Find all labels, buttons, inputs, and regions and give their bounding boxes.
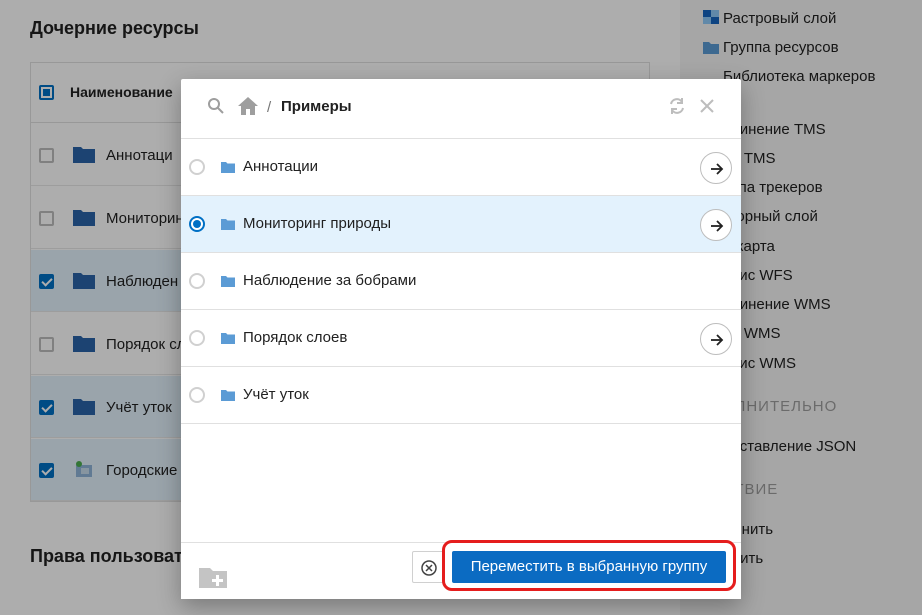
- folder-icon: [221, 390, 235, 401]
- folder-icon: [221, 219, 235, 230]
- highlight-annotation: [442, 540, 736, 591]
- breadcrumb-current: Примеры: [281, 98, 352, 115]
- folder-icon: [221, 276, 235, 287]
- list-item-label: Мониторинг природы: [243, 215, 392, 232]
- clear-selection-button[interactable]: [412, 551, 444, 583]
- list-item[interactable]: Наблюдение за бобрами: [181, 253, 741, 310]
- group-radio[interactable]: [189, 387, 205, 403]
- list-item[interactable]: Мониторинг природы: [181, 196, 741, 253]
- close-icon[interactable]: [697, 96, 717, 116]
- arrow-right-icon: [711, 334, 724, 346]
- list-item-label: Аннотации: [243, 158, 318, 175]
- list-item[interactable]: Аннотации: [181, 139, 741, 196]
- arrow-right-icon: [711, 220, 724, 232]
- new-folder-icon[interactable]: [199, 565, 229, 589]
- open-group-button[interactable]: [700, 152, 732, 184]
- dialog-header: / Примеры: [181, 79, 741, 139]
- clear-icon: [421, 560, 437, 576]
- open-group-button[interactable]: [700, 209, 732, 241]
- move-resource-dialog: / Примеры Аннотации Мониторинг природы Наб…: [181, 79, 741, 599]
- breadcrumb-separator: /: [267, 99, 272, 116]
- group-radio[interactable]: [189, 330, 205, 346]
- list-item-label: Учёт уток: [243, 386, 309, 403]
- group-radio[interactable]: [189, 159, 205, 175]
- search-icon[interactable]: [207, 97, 225, 115]
- list-item[interactable]: Учёт уток: [181, 367, 741, 424]
- refresh-icon[interactable]: [667, 96, 687, 116]
- home-icon[interactable]: [237, 96, 259, 116]
- folder-icon: [221, 333, 235, 344]
- group-radio[interactable]: [189, 216, 205, 232]
- list-item-label: Порядок слоев: [243, 329, 348, 346]
- group-radio[interactable]: [189, 273, 205, 289]
- open-group-button[interactable]: [700, 323, 732, 355]
- list-item-label: Наблюдение за бобрами: [243, 272, 417, 289]
- folder-icon: [221, 162, 235, 173]
- list-item[interactable]: Порядок слоев: [181, 310, 741, 367]
- arrow-right-icon: [711, 163, 724, 175]
